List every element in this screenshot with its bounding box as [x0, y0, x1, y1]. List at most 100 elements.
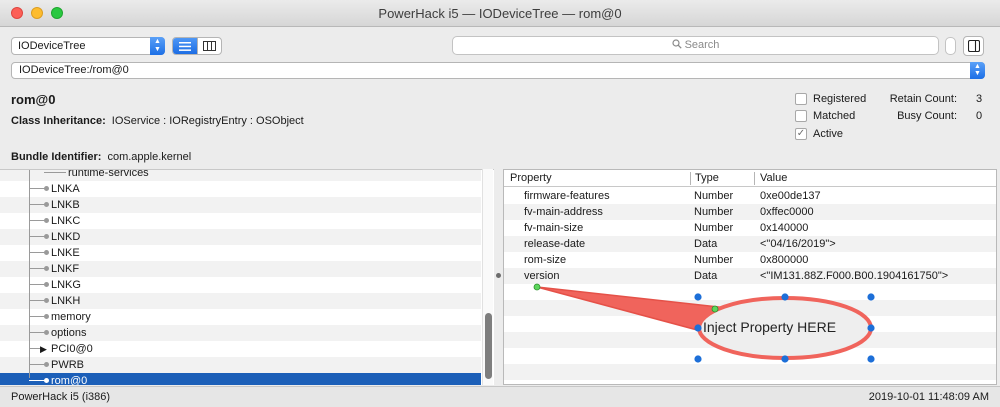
property-value: <"IM131.88Z.F000.B00.1904161750">	[760, 270, 949, 282]
property-row[interactable]: release-date Data <"04/16/2019">	[504, 236, 996, 252]
busy-count-label: Busy Count:	[897, 110, 957, 122]
property-row[interactable]: fv-main-address Number 0xffec0000	[504, 204, 996, 220]
status-bar: PowerHack i5 (i386) 2019-10-01 11:48:09 …	[0, 386, 1000, 407]
tree-item-label: LNKD	[51, 231, 81, 243]
property-value: <"04/16/2019">	[760, 238, 836, 250]
tree-scroll-thumb[interactable]	[485, 313, 492, 379]
status-machine: PowerHack i5 (i386)	[11, 391, 111, 403]
property-row[interactable]: firmware-features Number 0xe00de137	[504, 188, 996, 204]
column-header-value[interactable]: Value	[760, 170, 787, 186]
chevron-updown-icon: ▲ ▼	[150, 37, 165, 55]
bundle-identifier-label: Bundle Identifier:	[11, 151, 102, 163]
inspector-button[interactable]	[963, 36, 984, 56]
matched-label: Matched	[813, 110, 856, 122]
title-bar: PowerHack i5 — IODeviceTree — rom@0	[0, 0, 1000, 27]
tree-item-label: runtime-services	[68, 169, 149, 179]
property-type: Data	[694, 270, 718, 282]
checkbox-box	[795, 93, 807, 105]
tree-row-rom[interactable]: rom@0	[0, 373, 481, 385]
tree-row-lnka[interactable]: LNKA	[0, 181, 481, 197]
property-row[interactable]: version Data <"IM131.88Z.F000.B00.19041617…	[504, 268, 996, 284]
property-value: 0xffec0000	[760, 206, 814, 218]
split-view-divider[interactable]	[494, 169, 503, 385]
tree-row-pwrb[interactable]: PWRB	[0, 357, 481, 373]
tree-item-label: memory	[51, 311, 91, 323]
search-placeholder: Search	[684, 39, 720, 51]
tree-item-label: rom@0	[51, 375, 88, 385]
tree-row-options[interactable]: options	[0, 325, 481, 341]
property-name: fv-main-address	[524, 206, 603, 218]
tree-row-lnkc[interactable]: LNKC	[0, 213, 481, 229]
property-row[interactable]: rom-size Number 0x800000	[504, 252, 996, 268]
tree-item-label: PCI0@0	[51, 343, 93, 355]
path-value: IODeviceTree:/rom@0	[19, 64, 129, 76]
window-title: PowerHack i5 — IODeviceTree — rom@0	[378, 6, 622, 21]
tree-item-label: LNKB	[51, 199, 80, 211]
tree-item-label: LNKG	[51, 279, 81, 291]
tree-row-runtime-services[interactable]: runtime-services	[0, 169, 481, 181]
tree-item-label: PWRB	[51, 359, 84, 371]
tree-item-label: options	[51, 327, 87, 339]
matched-checkbox[interactable]: Matched	[795, 110, 855, 122]
property-type: Number	[694, 222, 734, 234]
property-table[interactable]: Property Type Value firmware-features Num…	[503, 169, 997, 385]
status-timestamp: 2019-10-01 11:48:09 AM	[868, 391, 989, 403]
plane-popup[interactable]: IODeviceTree ▲ ▼	[11, 37, 165, 55]
busy-count-value: 0	[976, 110, 983, 122]
tree-item-label: LNKH	[51, 295, 81, 307]
registered-checkbox[interactable]: Registered	[795, 93, 866, 105]
property-value: 0xe00de137	[760, 190, 821, 202]
active-label: Active	[813, 128, 843, 140]
property-name: firmware-features	[524, 190, 610, 202]
empty-row	[504, 348, 996, 364]
empty-row	[504, 300, 996, 316]
object-name: rom@0	[11, 92, 56, 107]
list-view-button[interactable]	[173, 38, 197, 54]
tree-item-label: LNKE	[51, 247, 80, 259]
tree-scrollbar[interactable]	[482, 169, 493, 385]
retain-count-label: Retain Count:	[889, 93, 957, 105]
search-stepper[interactable]	[945, 37, 956, 55]
registry-tree[interactable]: runtime-services LNKA LNKB LNKC LNKD LNK…	[0, 169, 494, 385]
plane-popup-value: IODeviceTree	[18, 40, 86, 52]
tree-row-lnkh[interactable]: LNKH	[0, 293, 481, 309]
active-checkbox[interactable]: ✓ Active	[795, 128, 843, 140]
annotation-text: Inject Property HERE	[703, 319, 837, 335]
search-field[interactable]: Search	[452, 36, 939, 55]
empty-row	[504, 364, 996, 380]
empty-row	[504, 284, 996, 300]
tree-row-memory[interactable]: memory	[0, 309, 481, 325]
property-row[interactable]: fv-main-size Number 0x140000	[504, 220, 996, 236]
chevron-updown-icon: ▲ ▼	[970, 62, 985, 79]
list-view-icon	[178, 41, 191, 51]
tree-row-lnkf[interactable]: LNKF	[0, 261, 481, 277]
disclosure-triangle-icon[interactable]: ▶	[40, 341, 47, 357]
tree-item-label: LNKC	[51, 215, 81, 227]
property-value: 0x140000	[760, 222, 809, 234]
tree-row-pci0[interactable]: ▶ PCI0@0	[0, 341, 481, 357]
tree-connector-line	[29, 170, 30, 378]
property-name: rom-size	[524, 254, 567, 266]
checkbox-box	[795, 110, 807, 122]
path-field[interactable]: IODeviceTree:/rom@0 ▲ ▼	[11, 62, 985, 79]
property-table-header: Property Type Value	[504, 170, 996, 187]
view-mode-control	[172, 37, 222, 55]
class-inheritance-value: IOService : IORegistryEntry : OSObject	[111, 115, 304, 127]
tree-row-lnke[interactable]: LNKE	[0, 245, 481, 261]
class-inheritance-label: Class Inheritance:	[11, 115, 106, 127]
bundle-identifier: Bundle Identifier: com.apple.kernel	[11, 151, 191, 163]
divider-handle-icon	[496, 273, 501, 278]
retain-count-value: 3	[976, 93, 983, 105]
tree-row-lnkb[interactable]: LNKB	[0, 197, 481, 213]
class-inheritance: Class Inheritance: IOService : IORegistry…	[11, 115, 304, 127]
bundle-identifier-value: com.apple.kernel	[107, 151, 192, 163]
column-view-button[interactable]	[196, 38, 221, 54]
column-header-type[interactable]: Type	[695, 170, 719, 186]
column-header-property[interactable]: Property	[510, 170, 552, 186]
property-name: version	[524, 270, 560, 282]
property-value: 0x800000	[760, 254, 809, 266]
tree-row-lnkd[interactable]: LNKD	[0, 229, 481, 245]
tree-row-lnkg[interactable]: LNKG	[0, 277, 481, 293]
tree-item-label: LNKA	[51, 183, 80, 195]
inspector-panel-icon	[967, 40, 980, 52]
